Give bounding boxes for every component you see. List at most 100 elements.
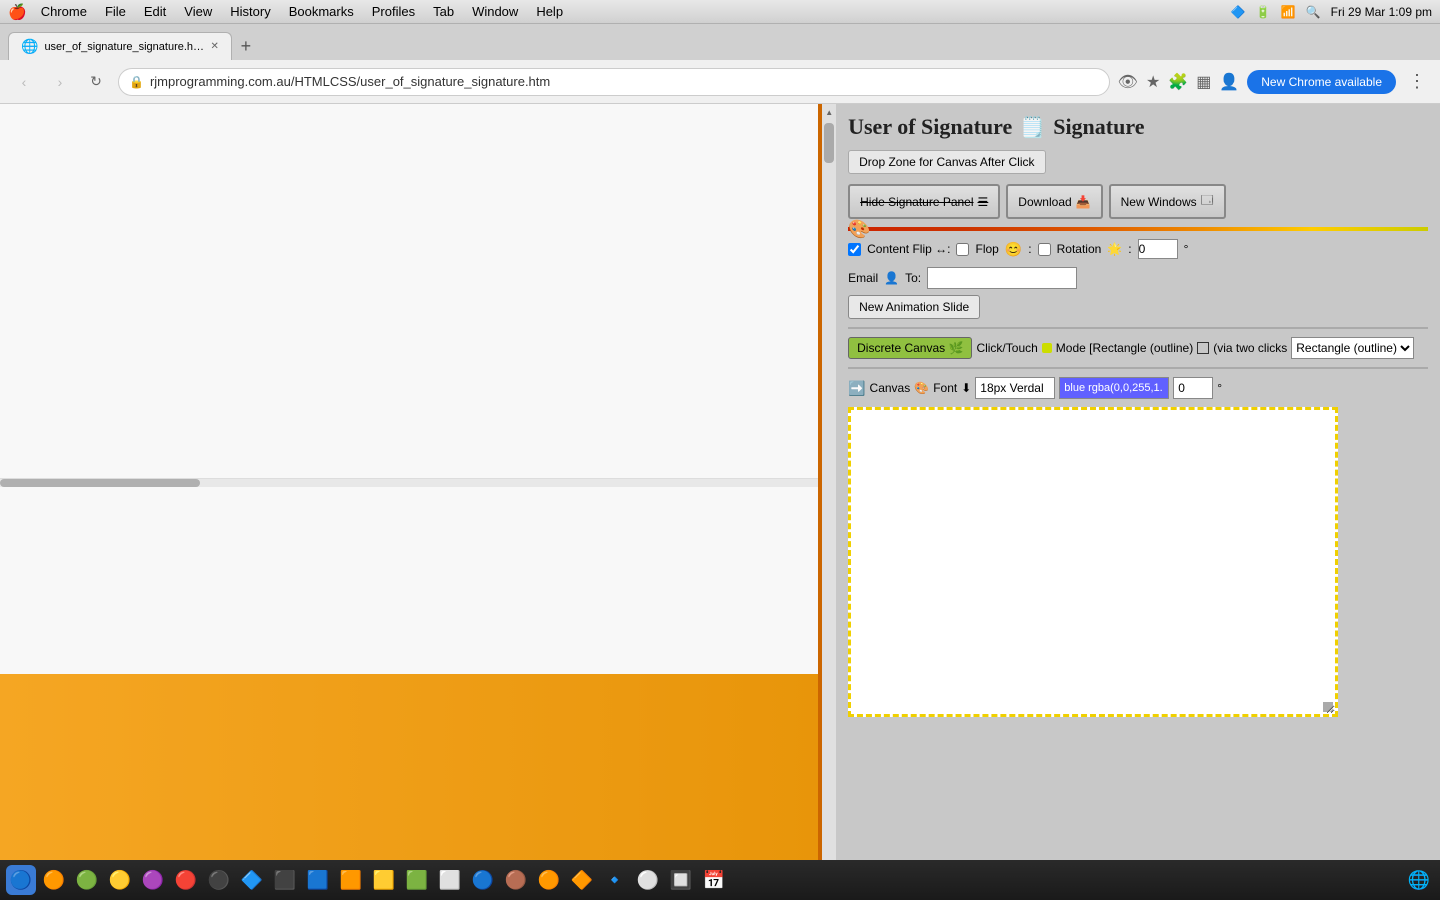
- taskbar-icon-17[interactable]: 🔶: [567, 865, 597, 895]
- menubar-right: 🔷 🔋 📶 🔍 Fri 29 Mar 1:09 pm: [1231, 5, 1432, 19]
- canvas-rotation-input[interactable]: [1173, 377, 1213, 399]
- tab-close-button[interactable]: ✕: [210, 41, 218, 52]
- right-panel: User of Signature 🗒️ Signature Drop Zone…: [836, 104, 1440, 860]
- rotation-value-input[interactable]: [1138, 239, 1178, 259]
- taskbar-chrome[interactable]: 🌐: [1404, 865, 1434, 895]
- email-input[interactable]: [927, 267, 1077, 289]
- menu-view[interactable]: View: [176, 2, 220, 21]
- reload-button[interactable]: ↻: [82, 68, 110, 96]
- canvas-font-icon: 🎨: [914, 381, 929, 395]
- palette-icon: 🎨: [848, 219, 868, 239]
- taskbar-icon-6[interactable]: ⚫: [204, 865, 234, 895]
- drawing-canvas[interactable]: [848, 407, 1338, 717]
- left-panel: [0, 104, 822, 860]
- menu-file[interactable]: File: [97, 2, 134, 21]
- menu-help[interactable]: Help: [528, 2, 571, 21]
- taskbar-icon-5[interactable]: 🔴: [171, 865, 201, 895]
- taskbar-icon-3[interactable]: 🟡: [105, 865, 135, 895]
- download-button[interactable]: Download 📥: [1006, 184, 1102, 219]
- download-label: Download: [1018, 195, 1071, 209]
- taskbar-icon-finder[interactable]: 🔵: [6, 865, 36, 895]
- flop-checkbox[interactable]: [956, 243, 969, 256]
- taskbar-icon-13[interactable]: ⬜: [435, 865, 465, 895]
- rotation-checkbox[interactable]: [1038, 243, 1051, 256]
- discrete-canvas-button[interactable]: Discrete Canvas 🌿: [848, 337, 972, 359]
- menu-chrome[interactable]: Chrome: [33, 2, 95, 21]
- menu-bookmarks[interactable]: Bookmarks: [281, 2, 362, 21]
- tab-favicon: 🌐: [21, 38, 38, 55]
- taskbar-icon-18[interactable]: 🔹: [600, 865, 630, 895]
- taskbar-icon-15[interactable]: 🟤: [501, 865, 531, 895]
- separator2: [848, 367, 1428, 369]
- profile-icon[interactable]: 👤: [1219, 72, 1239, 92]
- taskbar-icon-8[interactable]: ⬛: [270, 865, 300, 895]
- search-icon[interactable]: 🔍: [1306, 5, 1321, 19]
- taskbar-icon-4[interactable]: 🟣: [138, 865, 168, 895]
- canvas-resize-handle[interactable]: [1323, 702, 1333, 712]
- new-windows-button[interactable]: New Windows 🗔: [1109, 184, 1226, 219]
- bookmark-icon[interactable]: ★: [1146, 72, 1160, 92]
- hide-panel-label: Hide Signature Panel: [860, 195, 973, 209]
- bluetooth-icon: 🔷: [1231, 5, 1246, 19]
- arrow-icon: ➡️: [848, 380, 865, 397]
- taskbar-icon-1[interactable]: 🟠: [39, 865, 69, 895]
- taskbar-icon-2[interactable]: 🟢: [72, 865, 102, 895]
- new-chrome-button[interactable]: New Chrome available: [1247, 70, 1396, 94]
- reader-mode-icon[interactable]: 👁: [1118, 72, 1138, 92]
- to-label: To:: [905, 271, 921, 285]
- clock: Fri 29 Mar 1:09 pm: [1331, 5, 1432, 19]
- more-menu-button[interactable]: ⋮: [1404, 67, 1430, 96]
- back-button[interactable]: ‹: [10, 68, 38, 96]
- active-tab[interactable]: 🌐 user_of_signature_signature.htm ✕: [8, 32, 232, 60]
- taskbar-icon-10[interactable]: 🟧: [336, 865, 366, 895]
- content-flip-checkbox[interactable]: [848, 243, 861, 256]
- addressbar: ‹ › ↻ 🔒 rjmprogramming.com.au/HTMLCSS/us…: [0, 60, 1440, 104]
- tab-title: user_of_signature_signature.htm: [44, 41, 204, 53]
- menu-profiles[interactable]: Profiles: [364, 2, 423, 21]
- font-value-input[interactable]: [975, 377, 1055, 399]
- canvas-font-row: ➡️ Canvas 🎨 Font ⬇ °: [848, 377, 1428, 399]
- mode-dropdown[interactable]: Rectangle (outline) Rectangle (fill) Cir…: [1291, 337, 1414, 359]
- scrollbar-thumb[interactable]: [0, 479, 200, 487]
- hide-panel-button[interactable]: Hide Signature Panel ☰: [848, 184, 1000, 219]
- email-row: Email 👤 To:: [848, 267, 1428, 289]
- vertical-scrollbar-thumb[interactable]: [824, 123, 834, 163]
- discrete-canvas-label: Discrete Canvas: [857, 341, 945, 355]
- menu-window[interactable]: Window: [464, 2, 526, 21]
- animation-container: New Animation Slide: [848, 295, 1428, 319]
- title-text: User of Signature: [848, 114, 1012, 140]
- hide-panel-icon: ☰: [978, 195, 989, 209]
- vertical-scrollbar[interactable]: ▲: [822, 104, 836, 860]
- apple-icon[interactable]: 🍎: [8, 3, 27, 21]
- new-tab-button[interactable]: +: [232, 32, 260, 60]
- taskbar-icon-11[interactable]: 🟨: [369, 865, 399, 895]
- menubar: 🍎 Chrome File Edit View History Bookmark…: [0, 0, 1440, 24]
- menu-tab[interactable]: Tab: [425, 2, 462, 21]
- menu-edit[interactable]: Edit: [136, 2, 174, 21]
- sidebar-icon[interactable]: ▦: [1196, 72, 1211, 92]
- new-animation-button[interactable]: New Animation Slide: [848, 295, 980, 319]
- taskbar-icon-9[interactable]: 🟦: [303, 865, 333, 895]
- forward-button[interactable]: ›: [46, 68, 74, 96]
- menu-history[interactable]: History: [222, 2, 278, 21]
- taskbar-icon-7[interactable]: 🔷: [237, 865, 267, 895]
- rotation-label: Rotation: [1057, 242, 1102, 256]
- drop-zone-button[interactable]: Drop Zone for Canvas After Click: [848, 150, 1045, 174]
- color-value-input[interactable]: [1059, 377, 1169, 399]
- buttons-row: Hide Signature Panel ☰ Download 📥 New Wi…: [848, 184, 1428, 219]
- title-text2: Signature: [1053, 114, 1144, 140]
- rotation-icon: 🌟: [1107, 242, 1122, 256]
- font-label: Font: [933, 381, 957, 395]
- battery-icon: 🔋: [1256, 5, 1271, 19]
- extension-icon[interactable]: 🧩: [1168, 72, 1188, 92]
- taskbar-icon-12[interactable]: 🟩: [402, 865, 432, 895]
- degree-symbol: °: [1184, 242, 1189, 256]
- taskbar-icon-20[interactable]: 🔲: [666, 865, 696, 895]
- address-box[interactable]: 🔒 rjmprogramming.com.au/HTMLCSS/user_of_…: [118, 68, 1110, 96]
- color-bar: 🎨: [848, 227, 1428, 231]
- taskbar-icon-21[interactable]: 📅: [699, 865, 729, 895]
- taskbar-icon-16[interactable]: 🟠: [534, 865, 564, 895]
- taskbar-icon-19[interactable]: ⚪: [633, 865, 663, 895]
- taskbar-icon-14[interactable]: 🔵: [468, 865, 498, 895]
- horizontal-scrollbar[interactable]: [0, 479, 790, 487]
